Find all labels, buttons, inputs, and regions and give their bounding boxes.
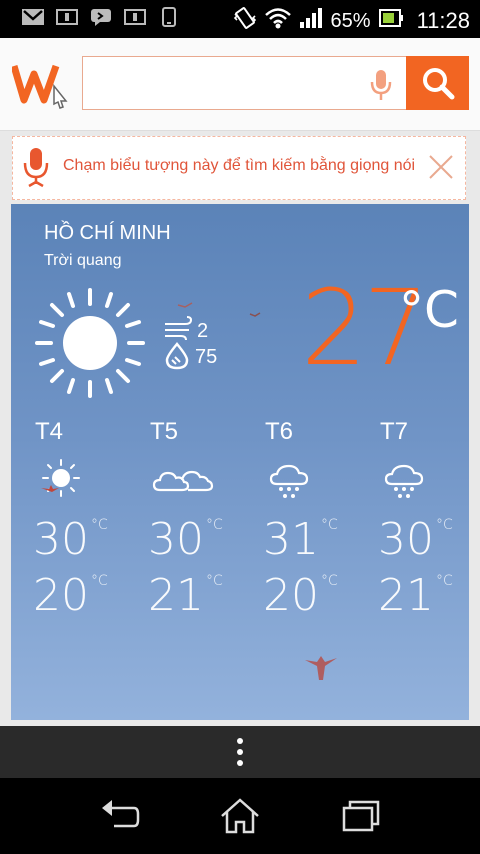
- mic-icon: [21, 146, 51, 190]
- low-temperature: 21 °C: [148, 570, 223, 621]
- rain-icon: [382, 458, 426, 502]
- low-temperature: 21 °C: [378, 570, 453, 621]
- sunny-icon: [33, 286, 148, 401]
- city-name: HỒ CHÍ MINH: [44, 222, 171, 244]
- status-indicators: 65% 11:28: [233, 6, 470, 36]
- clock: 11:28: [416, 8, 470, 33]
- mic-icon[interactable]: [366, 68, 396, 102]
- forecast-day: T4 30 °C 20 °C: [33, 418, 129, 620]
- temperature-unit: °C: [321, 517, 338, 533]
- recents-icon[interactable]: [338, 796, 382, 836]
- temperature-unit: °C: [321, 573, 338, 589]
- high-temperature: 30 °C: [148, 514, 223, 565]
- overflow-menu-bar: [0, 726, 480, 778]
- temperature-unit: °C: [91, 573, 108, 589]
- humidity-icon: [163, 342, 195, 370]
- search-icon: [422, 68, 454, 100]
- hint-text: Chạm biểu tượng này để tìm kiếm bằng giọ…: [63, 157, 416, 174]
- rain-icon: [267, 458, 311, 502]
- forecast-day: T7 30 °C 21 °C: [378, 418, 469, 620]
- low-temperature: 20 °C: [263, 570, 338, 621]
- temperature-unit: °C: [206, 573, 223, 589]
- search-input[interactable]: [82, 56, 406, 110]
- notification-icon: [56, 8, 78, 26]
- cloudy-icon: [152, 458, 214, 502]
- sunny-icon: [37, 458, 81, 502]
- navigation-bar: [0, 778, 480, 854]
- messenger-icon: [90, 8, 112, 26]
- overflow-menu-icon[interactable]: [230, 736, 250, 768]
- w-logo-icon[interactable]: [10, 60, 68, 116]
- home-icon[interactable]: [218, 796, 262, 836]
- day-name: T4: [35, 418, 64, 445]
- bird-icon: [249, 304, 261, 323]
- day-name: T5: [150, 418, 179, 445]
- search-bar: [0, 38, 480, 131]
- forecast-day: T5 30 °C 21 °C: [148, 418, 244, 620]
- voice-search-hint[interactable]: Chạm biểu tượng này để tìm kiếm bằng giọ…: [12, 136, 466, 200]
- humidity-value: 75: [195, 346, 218, 368]
- status-bar: 65% 11:28: [0, 0, 480, 38]
- wifi-icon: [264, 7, 291, 35]
- temperature-unit: °C: [436, 573, 453, 589]
- phone-icon: [158, 7, 180, 27]
- temperature-unit: °C: [206, 517, 223, 533]
- high-temperature: 30 °C: [378, 514, 453, 565]
- gmail-icon: [22, 8, 44, 26]
- day-name: T7: [380, 418, 409, 445]
- notification-icon: [124, 8, 146, 26]
- weather-condition: Trời quang: [44, 252, 122, 269]
- signal-icon: [299, 7, 323, 35]
- bird-icon: [303, 652, 339, 688]
- temperature-unit: °C: [399, 281, 459, 339]
- forecast-day: T6 31 °C 20 °C: [263, 418, 359, 620]
- close-icon[interactable]: [427, 153, 455, 181]
- high-temperature: 30 °C: [33, 514, 108, 565]
- low-temperature: 20 °C: [33, 570, 108, 621]
- notification-icons: [22, 7, 180, 27]
- search-button[interactable]: [406, 56, 469, 110]
- battery-percent: 65%: [330, 9, 371, 32]
- wind-icon: [163, 316, 195, 342]
- weather-widget[interactable]: HỒ CHÍ MINH Trời quang 2 75 27 °C T4 30 …: [11, 204, 469, 720]
- back-icon[interactable]: [98, 796, 142, 836]
- battery-icon: [378, 8, 403, 34]
- wind-value: 2: [197, 320, 209, 342]
- vibrate-icon: [233, 6, 257, 36]
- bird-icon: [177, 296, 193, 315]
- temperature-unit: °C: [436, 517, 453, 533]
- day-name: T6: [265, 418, 294, 445]
- high-temperature: 31 °C: [263, 514, 338, 565]
- temperature-unit: °C: [91, 517, 108, 533]
